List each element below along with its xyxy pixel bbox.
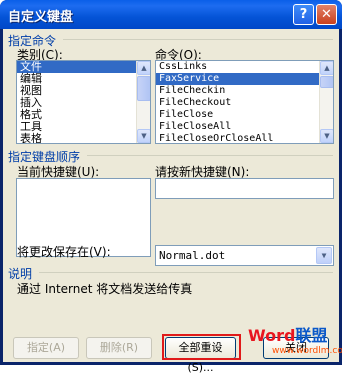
description-text: 通过 Internet 将文档发送给传真 <box>17 282 193 296</box>
scroll-up-icon[interactable]: ▲ <box>320 61 333 75</box>
categories-scrollbar[interactable]: ▲ ▼ <box>136 61 150 143</box>
group-divider <box>39 272 333 273</box>
scroll-down-icon[interactable]: ▼ <box>320 129 333 143</box>
help-button[interactable]: ? <box>293 4 314 25</box>
new-key-input[interactable] <box>155 178 334 199</box>
list-item[interactable]: FileCheckin <box>156 85 333 97</box>
list-item[interactable]: 表格 <box>17 133 150 144</box>
scroll-up-icon[interactable]: ▲ <box>137 61 150 75</box>
chevron-down-icon[interactable]: ▼ <box>316 247 332 264</box>
scroll-thumb[interactable] <box>320 76 333 88</box>
list-item[interactable]: FileCloseOrCloseAll <box>156 133 333 143</box>
close-window-button[interactable]: ✕ <box>316 4 337 25</box>
commands-listbox[interactable]: CssLinks FaxService FileCheckin FileCheckou… <box>155 60 334 144</box>
save-in-label: 将更改保存在(V): <box>17 245 111 259</box>
list-item[interactable]: FileCloseAll <box>156 121 333 133</box>
highlight-frame <box>162 334 241 360</box>
list-item[interactable]: CssLinks <box>156 61 333 73</box>
list-item[interactable]: FaxService <box>156 73 333 85</box>
window-title: 自定义键盘 <box>8 10 74 25</box>
save-in-dropdown[interactable]: Normal.dot ▼ <box>155 245 334 266</box>
categories-list-items: 文件 编辑 视图 插入 格式 工具 表格 <box>17 61 150 144</box>
assign-button[interactable]: 指定(A) <box>13 337 79 359</box>
watermark-logo: Word联盟 <box>248 322 327 346</box>
group-divider <box>87 155 333 156</box>
remove-button[interactable]: 删除(R) <box>86 337 152 359</box>
list-item[interactable]: FileClose <box>156 109 333 121</box>
commands-scrollbar[interactable]: ▲ ▼ <box>319 61 333 143</box>
scroll-down-icon[interactable]: ▼ <box>137 129 150 143</box>
scroll-thumb[interactable] <box>137 76 150 101</box>
watermark-cn: 联盟 <box>295 326 328 345</box>
save-in-value: Normal.dot <box>159 249 226 262</box>
dialog-window: 自定义键盘 ? ✕ 指定命令 类别(C): 文件 编辑 视图 插入 格式 工具 表格 ▲ ▼… <box>0 0 342 374</box>
group-divider <box>63 39 333 40</box>
watermark-word: Word <box>248 326 296 345</box>
categories-listbox[interactable]: 文件 编辑 视图 插入 格式 工具 表格 ▲ ▼ <box>16 60 151 144</box>
watermark-url: www.wordlm.com <box>272 346 342 356</box>
list-item[interactable]: FileCheckout <box>156 97 333 109</box>
title-bar[interactable]: 自定义键盘 ? ✕ <box>0 0 342 29</box>
dialog-body: 指定命令 类别(C): 文件 编辑 视图 插入 格式 工具 表格 ▲ ▼ 命令(O): Cs… <box>3 29 339 374</box>
commands-list-items: CssLinks FaxService FileCheckin FileCheckou… <box>156 61 333 143</box>
